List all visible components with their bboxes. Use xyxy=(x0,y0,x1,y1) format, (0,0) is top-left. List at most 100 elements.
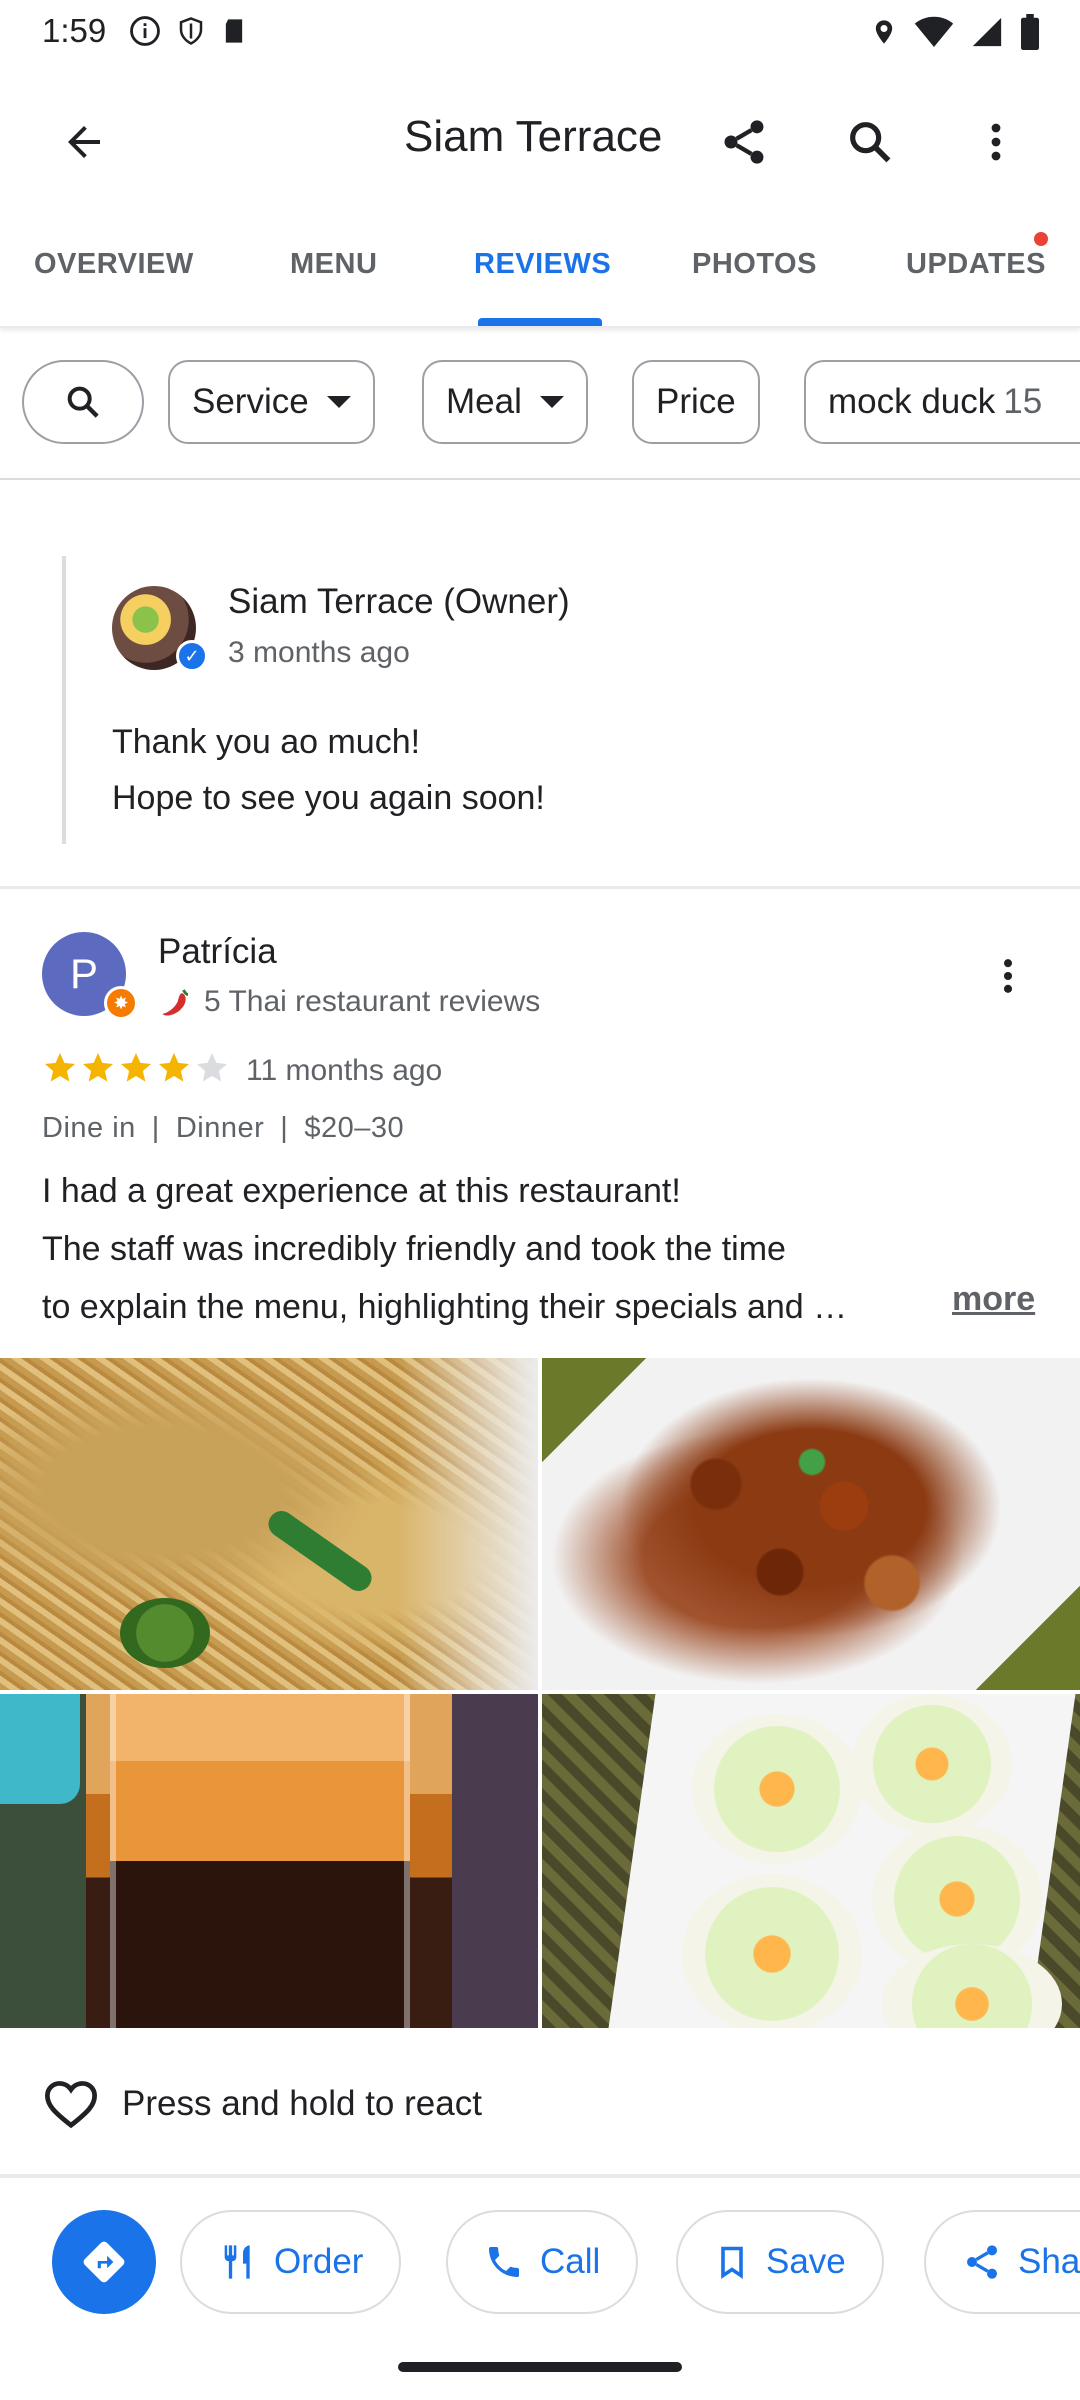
reviewer-meta-text: 5 Thai restaurant reviews xyxy=(204,985,541,1018)
restaurant-icon xyxy=(224,2245,250,2279)
search-button[interactable] xyxy=(834,106,906,178)
photo-detail xyxy=(652,1418,972,1638)
arrow-back-icon xyxy=(68,126,100,158)
filter-price-label: Price xyxy=(656,382,736,421)
filter-mock-duck-chip[interactable]: mock duck 15 xyxy=(804,360,1080,444)
order-button[interactable]: Order xyxy=(180,2210,402,2314)
star-filled-icon xyxy=(83,1053,113,1082)
page-title: Siam Terrace xyxy=(404,112,663,161)
back-button[interactable] xyxy=(48,106,120,178)
review-more-link[interactable]: more xyxy=(952,1280,1035,1319)
review-text-line: to explain the menu, highlighting their … xyxy=(42,1288,848,1326)
tag-dine-in: Dine in xyxy=(42,1112,136,1144)
location-icon xyxy=(875,20,893,44)
save-label: Save xyxy=(766,2242,846,2281)
share-label: Sha xyxy=(1018,2242,1080,2281)
owner-reply-time: 3 months ago xyxy=(228,636,410,669)
review-divider xyxy=(0,886,1080,889)
filter-price-chip[interactable]: Price xyxy=(632,360,760,444)
phone-icon xyxy=(489,2247,519,2277)
reviewer-meta: 5 Thai restaurant reviews xyxy=(158,984,540,1020)
filter-meal-chip[interactable]: Meal xyxy=(422,360,588,444)
review-tags: Dine in | Dinner | $20–30 xyxy=(42,1112,404,1145)
status-bar: 1:59 xyxy=(0,0,1080,66)
review-photo-noodles[interactable] xyxy=(0,1358,538,1690)
tab-photos[interactable]: PHOTOS xyxy=(692,248,817,281)
tab-overview[interactable]: OVERVIEW xyxy=(34,248,194,281)
filter-service-chip[interactable]: Service xyxy=(168,360,375,444)
review-text-line: I had a great experience at this restaur… xyxy=(42,1172,681,1210)
heart-outline-icon xyxy=(44,2081,98,2129)
app-header: Siam Terrace xyxy=(0,66,1080,206)
review-photo-spring-rolls[interactable] xyxy=(542,1694,1080,2028)
review-filters: Service Meal Price mock duck 15 xyxy=(0,330,1080,480)
tab-reviews[interactable]: REVIEWS xyxy=(474,248,611,281)
status-icons-left xyxy=(128,14,248,48)
wifi-icon xyxy=(914,16,954,47)
reviewer-name[interactable]: Patrícia xyxy=(158,932,277,972)
save-button[interactable]: Save xyxy=(676,2210,884,2314)
filter-mock-duck-count: 15 xyxy=(1003,382,1043,421)
tab-menu[interactable]: MENU xyxy=(290,248,377,281)
owner-reply-line: Hope to see you again soon! xyxy=(112,779,545,817)
review-options-button[interactable] xyxy=(976,944,1040,1008)
star-rating xyxy=(42,1050,230,1086)
star-filled-icon xyxy=(121,1053,151,1082)
react-button[interactable]: Press and hold to react xyxy=(42,2074,482,2134)
call-button[interactable]: Call xyxy=(446,2210,639,2314)
share-icon xyxy=(724,120,764,164)
directions-button[interactable] xyxy=(52,2210,156,2314)
react-label: Press and hold to react xyxy=(122,2084,482,2123)
more-vert-icon xyxy=(991,123,1001,161)
owner-reply: ✓ Siam Terrace (Owner) 3 months ago Than… xyxy=(62,556,1022,844)
status-time: 1:59 xyxy=(42,12,107,49)
filter-service-label: Service xyxy=(192,382,309,421)
battery-icon xyxy=(1021,14,1039,50)
filter-mock-duck-label: mock duck xyxy=(828,382,996,421)
tab-bar: OVERVIEW MENU REVIEWS PHOTOS UPDATES xyxy=(0,206,1080,328)
dropdown-caret-icon xyxy=(539,396,564,408)
review-photo-stir-fry[interactable] xyxy=(542,1358,1080,1690)
review-photo-thai-tea[interactable] xyxy=(0,1694,538,2028)
bookmark-icon xyxy=(721,2246,743,2279)
filter-meal-label: Meal xyxy=(446,382,522,421)
chili-pepper-icon xyxy=(162,989,189,1016)
shield-icon xyxy=(179,17,203,45)
photo-detail xyxy=(110,1694,410,2028)
owner-reply-text: Thank you ao much! Hope to see you again… xyxy=(112,714,545,826)
sd-card-icon xyxy=(225,19,243,43)
owner-reply-line: Thank you ao much! xyxy=(112,723,421,761)
tag-separator: | xyxy=(280,1112,289,1144)
more-options-button[interactable] xyxy=(960,106,1032,178)
share-place-button[interactable]: Sha xyxy=(924,2210,1080,2314)
more-vert-icon xyxy=(1003,959,1013,993)
photo-detail xyxy=(692,1714,862,1864)
updates-notification-dot xyxy=(1034,232,1048,246)
photo-detail xyxy=(682,1874,862,2028)
action-bar-divider xyxy=(0,2174,1080,2178)
owner-name: Siam Terrace (Owner) xyxy=(228,582,570,621)
tag-price: $20–30 xyxy=(304,1112,405,1144)
photo-detail xyxy=(120,1598,210,1668)
gesture-nav-handle[interactable] xyxy=(398,2362,682,2372)
status-icons-right xyxy=(870,14,1040,50)
signal-icon xyxy=(972,17,1002,47)
directions-icon xyxy=(83,2241,125,2283)
tab-updates[interactable]: UPDATES xyxy=(906,248,1046,281)
share-button[interactable] xyxy=(708,106,780,178)
active-tab-indicator xyxy=(478,318,602,326)
call-label: Call xyxy=(540,2242,601,2281)
photo-detail xyxy=(263,1505,377,1597)
search-icon xyxy=(67,386,99,418)
info-icon xyxy=(130,16,160,46)
star-filled-icon xyxy=(159,1053,189,1082)
tag-meal: Dinner xyxy=(175,1112,265,1144)
review-time: 11 months ago xyxy=(246,1054,443,1087)
search-reviews-chip[interactable] xyxy=(22,360,144,444)
local-guide-badge-icon: ✸ xyxy=(104,986,138,1020)
review-text-line: The staff was incredibly friendly and to… xyxy=(42,1230,786,1268)
photo-detail xyxy=(852,1694,1012,1834)
photo-detail xyxy=(0,1694,80,1804)
share-icon xyxy=(967,2245,997,2279)
star-filled-icon xyxy=(45,1053,75,1082)
